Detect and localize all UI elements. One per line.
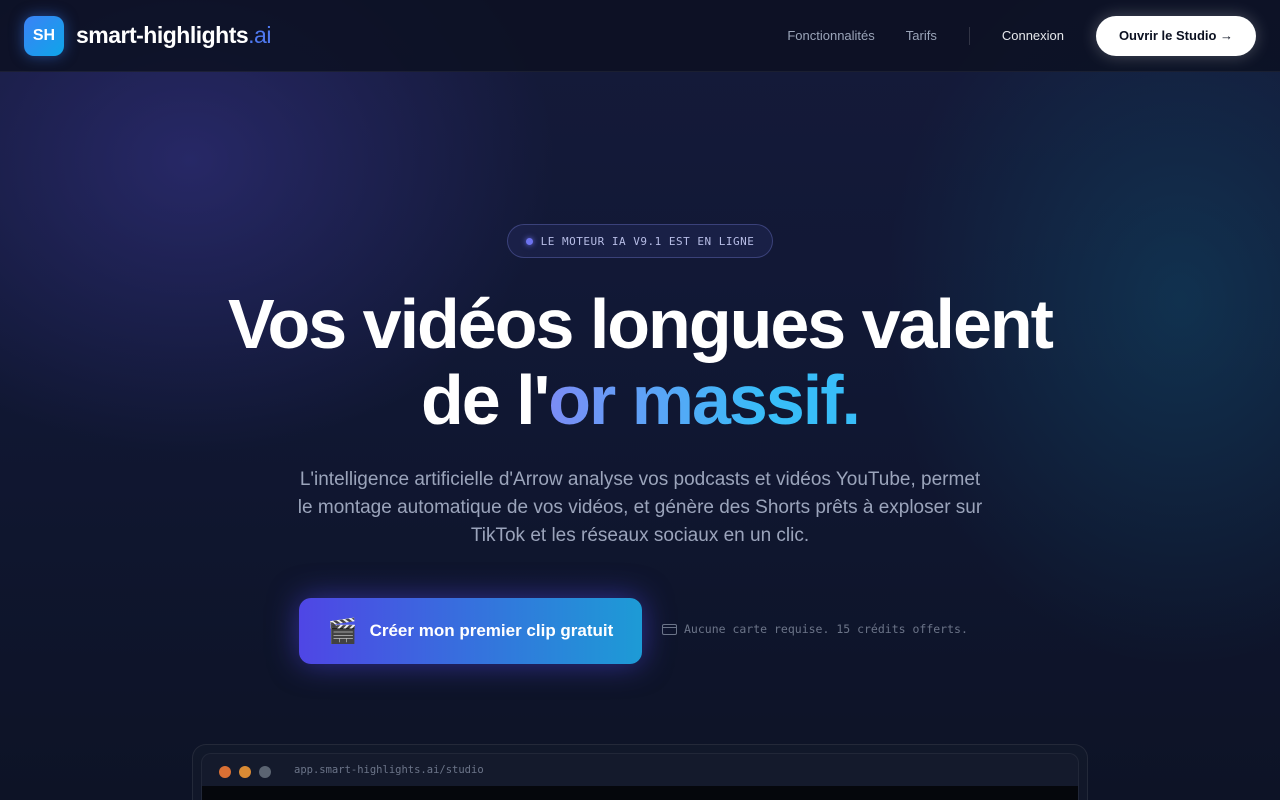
- status-dot-icon: [525, 237, 533, 245]
- nav-divider: [968, 26, 970, 45]
- logo-suffix: .ai: [248, 22, 271, 48]
- landing-page: SH smart-highlights.ai Fonctionnalités T…: [0, 0, 1280, 800]
- logo-text: smart-highlights.ai: [76, 22, 271, 49]
- hero-subtitle: L'intelligence artificielle d'Arrow anal…: [297, 469, 983, 546]
- open-studio-button[interactable]: Ouvrir le Studio →: [1096, 15, 1256, 56]
- preview-url: app.smart-highlights.ai/studio: [294, 764, 484, 776]
- minimize-dot-icon: [239, 766, 251, 778]
- hero-title-line1: Vos vidéos longues valent: [228, 285, 1054, 363]
- hero-title: Vos vidéos longues valent de l'or massif…: [0, 286, 1280, 438]
- no-card-note: Aucune carte requise. 15 crédits offerts…: [662, 622, 968, 636]
- preview-body: [202, 786, 1078, 800]
- logo-name: smart-highlights: [76, 22, 249, 48]
- no-card-note-text: Aucune carte requise. 15 crédits offerts…: [684, 622, 968, 636]
- window-controls: [219, 766, 271, 778]
- top-header: SH smart-highlights.ai Fonctionnalités T…: [0, 0, 1280, 72]
- status-badge-label: LE MOTEUR IA V9.1 EST EN LIGNE: [540, 234, 755, 248]
- maximize-dot-icon: [259, 766, 271, 778]
- nav-link-features[interactable]: Fonctionnalités: [787, 28, 874, 43]
- studio-preview-window: app.smart-highlights.ai/studio: [201, 753, 1079, 800]
- create-clip-label: Créer mon premier clip gratuit: [369, 621, 614, 640]
- main-nav: Fonctionnalités Tarifs Connexion Ouvrir …: [787, 15, 1256, 56]
- close-dot-icon: [219, 766, 231, 778]
- create-clip-button[interactable]: 🎬 Créer mon premier clip gratuit: [299, 598, 642, 664]
- credit-card-icon: [662, 623, 677, 635]
- status-badge: LE MOTEUR IA V9.1 EST EN LIGNE: [507, 224, 773, 258]
- login-link[interactable]: Connexion: [1002, 28, 1064, 43]
- nav-link-pricing[interactable]: Tarifs: [906, 28, 937, 43]
- logo[interactable]: SH smart-highlights.ai: [24, 15, 271, 56]
- hero-title-highlight: or massif.: [548, 361, 861, 439]
- clapperboard-icon: 🎬: [327, 617, 358, 645]
- logo-badge: SH: [24, 15, 64, 56]
- hero-title-line2-prefix: de l': [421, 361, 550, 439]
